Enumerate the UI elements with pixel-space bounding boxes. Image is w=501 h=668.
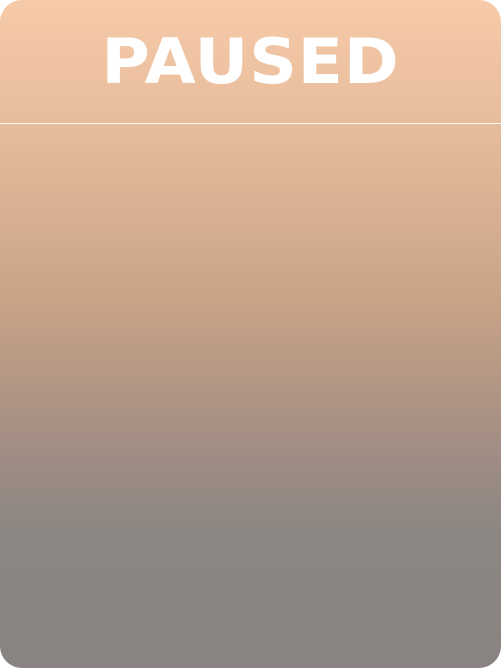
pause-panel: PAUSED: [0, 0, 501, 668]
pause-content-area: [0, 124, 501, 668]
pause-title: PAUSED: [101, 24, 400, 98]
pause-header: PAUSED: [0, 0, 501, 123]
